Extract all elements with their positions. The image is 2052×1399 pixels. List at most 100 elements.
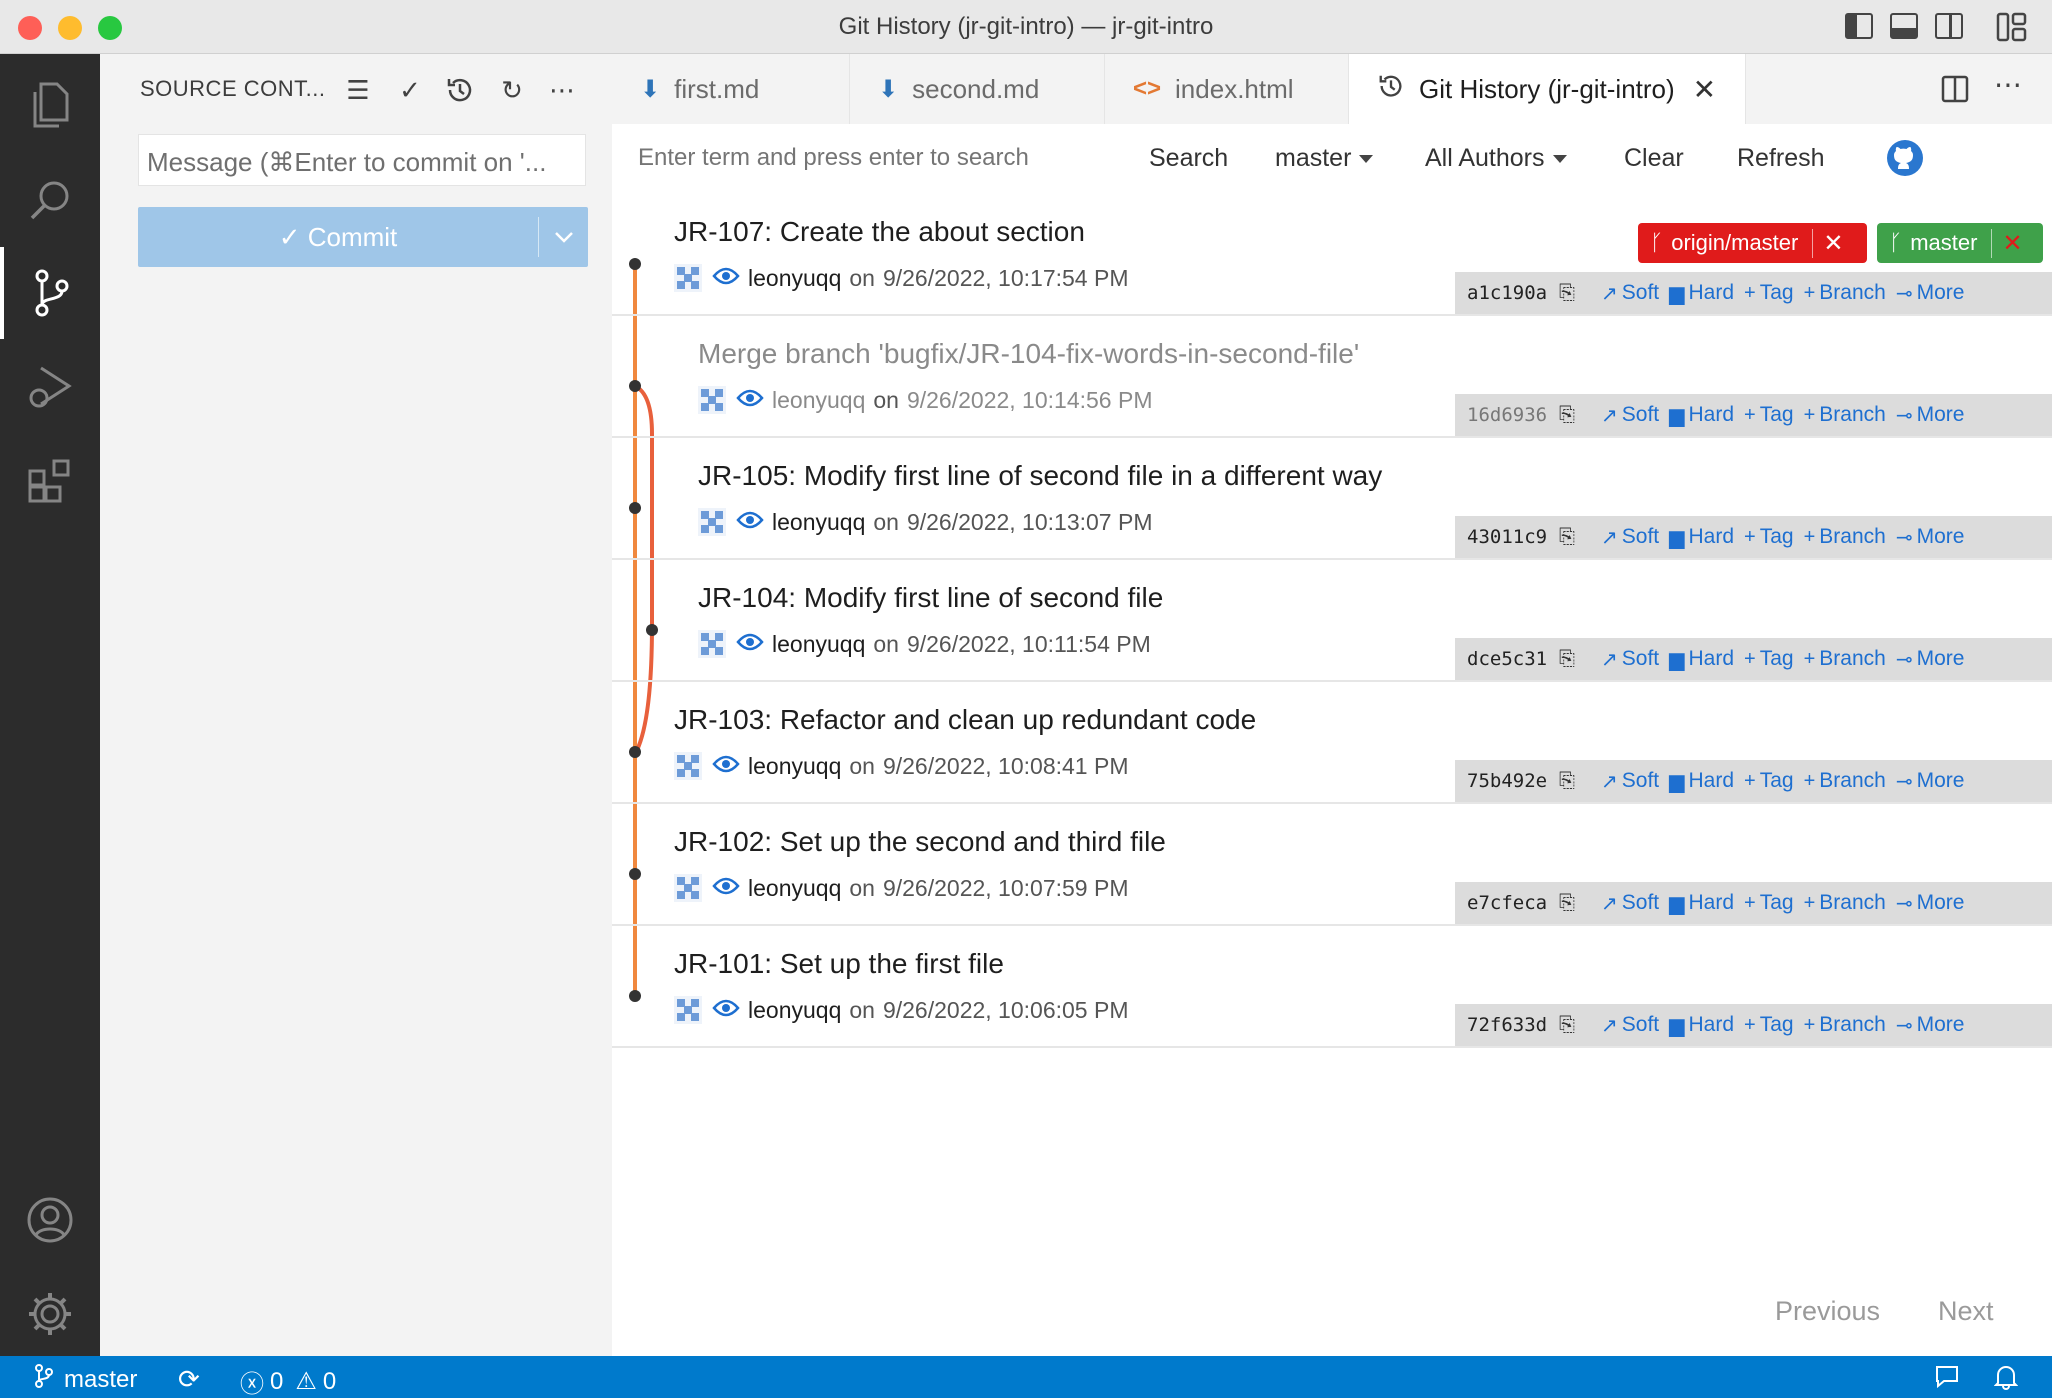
commit-row[interactable]: Merge branch 'bugfix/JR-104-fix-words-in… [612,316,2052,438]
commit-hash[interactable]: e7cfeca [1467,892,1559,914]
commit-dropdown-chevron-icon[interactable] [540,207,588,267]
add-tag-button[interactable]: + Tag [1744,647,1794,671]
tab-first-md[interactable]: ⬇ first.md [612,54,850,124]
soft-reset-button[interactable]: ↗ Soft [1601,769,1659,794]
copy-hash-icon[interactable]: ⎘ [1559,404,1581,427]
add-tag-button[interactable]: + Tag [1744,281,1794,305]
view-commit-eye-icon[interactable] [712,265,740,292]
commit-row[interactable]: JR-102: Set up the second and third file… [612,804,2052,926]
commit-hash[interactable]: a1c190a [1467,282,1559,304]
add-branch-button[interactable]: + Branch [1804,403,1886,427]
commit-author[interactable]: leonyuqq [772,631,865,658]
hard-reset-button[interactable]: ▆ Hard [1669,525,1734,550]
delete-ref-icon[interactable]: ✕ [1812,228,1853,258]
master-ref-badge[interactable]: ᚴ master ✕ [1877,223,2043,263]
commit-message[interactable]: JR-104: Modify first line of second file [698,582,1163,614]
feedback-icon[interactable] [1934,1364,1960,1390]
hard-reset-button[interactable]: ▆ Hard [1669,769,1734,794]
next-page-button[interactable]: Next [1938,1296,1994,1327]
copy-hash-icon[interactable]: ⎘ [1559,1014,1581,1037]
accounts-icon[interactable] [0,1174,100,1266]
toggle-primary-sidebar-icon[interactable] [1845,13,1873,39]
branch-select[interactable]: master [1275,144,1374,173]
commit-hash[interactable]: 43011c9 [1467,526,1559,548]
customize-layout-icon[interactable] [1996,12,2028,42]
add-tag-button[interactable]: + Tag [1744,403,1794,427]
copy-hash-icon[interactable]: ⎘ [1559,648,1581,671]
commit-message[interactable]: JR-105: Modify first line of second file… [698,460,1382,492]
add-branch-button[interactable]: + Branch [1804,281,1886,305]
commit-button[interactable]: ✓ Commit [138,207,588,267]
soft-reset-button[interactable]: ↗ Soft [1601,403,1659,428]
commit-author[interactable]: leonyuqq [772,509,865,536]
more-actions-button[interactable]: ⊸ More [1896,281,1965,306]
commit-message[interactable]: JR-101: Set up the first file [674,948,1004,980]
commit-hash[interactable]: 75b492e [1467,770,1559,792]
add-tag-button[interactable]: + Tag [1744,891,1794,915]
commit-author[interactable]: leonyuqq [748,875,841,902]
search-input[interactable] [638,144,1108,172]
tab-second-md[interactable]: ⬇ second.md [850,54,1105,124]
add-branch-button[interactable]: + Branch [1804,525,1886,549]
add-branch-button[interactable]: + Branch [1804,769,1886,793]
close-tab-icon[interactable]: ✕ [1693,73,1716,106]
commit-message[interactable]: JR-102: Set up the second and third file [674,826,1166,858]
view-commit-eye-icon[interactable] [712,997,740,1024]
more-actions-button[interactable]: ⊸ More [1896,891,1965,916]
commit-check-icon[interactable]: ✓ [392,72,428,108]
authors-select[interactable]: All Authors [1425,144,1567,173]
copy-hash-icon[interactable]: ⎘ [1559,282,1581,305]
refresh-button[interactable]: Refresh [1737,144,1825,173]
refresh-icon[interactable]: ↻ [494,72,530,108]
view-commit-eye-icon[interactable] [712,753,740,780]
hard-reset-button[interactable]: ▆ Hard [1669,281,1734,306]
origin-master-ref-badge[interactable]: ᚴ origin/master ✕ [1638,223,1867,263]
search-icon[interactable] [0,154,100,246]
sync-icon[interactable]: ⟳ [178,1364,200,1395]
extensions-icon[interactable] [0,435,100,527]
more-actions-button[interactable]: ⊸ More [1896,525,1965,550]
github-icon[interactable] [1886,139,1924,177]
hard-reset-button[interactable]: ▆ Hard [1669,647,1734,672]
commit-hash[interactable]: 72f633d [1467,1014,1559,1036]
previous-page-button[interactable]: Previous [1775,1296,1880,1327]
notifications-bell-icon[interactable] [1994,1364,2018,1390]
more-actions-button[interactable]: ⊸ More [1896,1013,1965,1038]
view-commit-eye-icon[interactable] [712,875,740,902]
commit-message-input[interactable]: Message (⌘Enter to commit on '... [138,134,586,186]
split-editor-icon[interactable] [1940,74,1970,104]
commit-row[interactable]: JR-107: Create the about section leonyuq… [612,194,2052,316]
search-button[interactable]: Search [1149,144,1228,173]
commit-hash[interactable]: 16d6936 [1467,404,1559,426]
view-commit-eye-icon[interactable] [736,509,764,536]
add-tag-button[interactable]: + Tag [1744,769,1794,793]
add-branch-button[interactable]: + Branch [1804,647,1886,671]
soft-reset-button[interactable]: ↗ Soft [1601,281,1659,306]
commit-author[interactable]: leonyuqq [748,265,841,292]
add-branch-button[interactable]: + Branch [1804,1013,1886,1037]
commit-row[interactable]: JR-104: Modify first line of second file… [612,560,2052,682]
run-debug-icon[interactable] [0,341,100,433]
view-commit-eye-icon[interactable] [736,631,764,658]
soft-reset-button[interactable]: ↗ Soft [1601,891,1659,916]
more-actions-button[interactable]: ⊸ More [1896,647,1965,672]
commit-row[interactable]: JR-105: Modify first line of second file… [612,438,2052,560]
commit-message[interactable]: Merge branch 'bugfix/JR-104-fix-words-in… [698,338,1359,370]
add-tag-button[interactable]: + Tag [1744,1013,1794,1037]
more-actions-button[interactable]: ⊸ More [1896,769,1965,794]
more-actions-icon[interactable]: ⋯ [1994,68,2022,101]
more-actions-icon[interactable]: ⋯ [544,72,580,108]
history-icon[interactable] [442,72,478,108]
soft-reset-button[interactable]: ↗ Soft [1601,525,1659,550]
tab-index-html[interactable]: <> index.html [1105,54,1349,124]
view-as-tree-icon[interactable]: ☰ [340,72,376,108]
commit-author[interactable]: leonyuqq [748,753,841,780]
source-control-icon[interactable] [0,247,100,339]
add-branch-button[interactable]: + Branch [1804,891,1886,915]
soft-reset-button[interactable]: ↗ Soft [1601,1013,1659,1038]
add-tag-button[interactable]: + Tag [1744,525,1794,549]
commit-hash[interactable]: dce5c31 [1467,648,1559,670]
commit-message[interactable]: JR-103: Refactor and clean up redundant … [674,704,1256,736]
more-actions-button[interactable]: ⊸ More [1896,403,1965,428]
commit-row[interactable]: JR-101: Set up the first file leonyuqq o… [612,926,2052,1048]
